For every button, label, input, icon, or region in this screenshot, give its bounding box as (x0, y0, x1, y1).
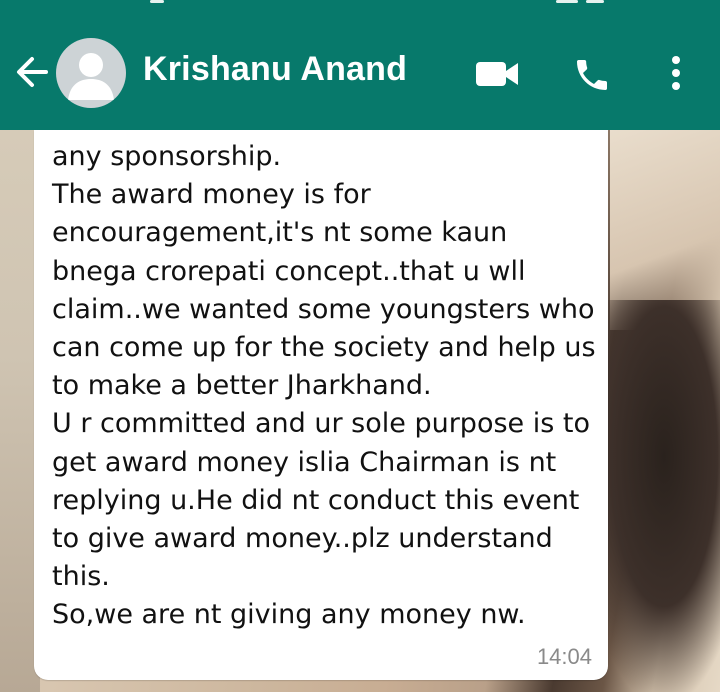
back-button[interactable] (12, 52, 52, 92)
status-bar (0, 0, 720, 10)
arrow-back-icon (17, 57, 48, 87)
status-bar-fragment (150, 0, 164, 3)
message-text: any sponsorship. The award money is for … (52, 141, 596, 631)
message-bubble[interactable]: any sponsorship. The award money is for … (34, 130, 608, 680)
contact-name[interactable]: Krishanu Anand (143, 50, 407, 89)
status-bar-fragment (586, 0, 604, 3)
clipped-text-fragment (272, 130, 312, 136)
avatar[interactable] (56, 38, 126, 108)
phone-icon (577, 60, 607, 90)
video-call-button[interactable] (474, 58, 520, 90)
more-vert-icon (672, 56, 680, 90)
video-call-icon (476, 62, 518, 86)
status-bar-fragment (556, 0, 578, 3)
chat-screen: Krishanu Anand any sponsorship. The awar… (0, 0, 720, 692)
chat-header: Krishanu Anand (0, 0, 720, 130)
default-avatar-icon (68, 53, 114, 100)
message-timestamp: 14:04 (536, 644, 592, 669)
more-options-button[interactable] (664, 52, 688, 94)
voice-call-button[interactable] (572, 55, 612, 95)
